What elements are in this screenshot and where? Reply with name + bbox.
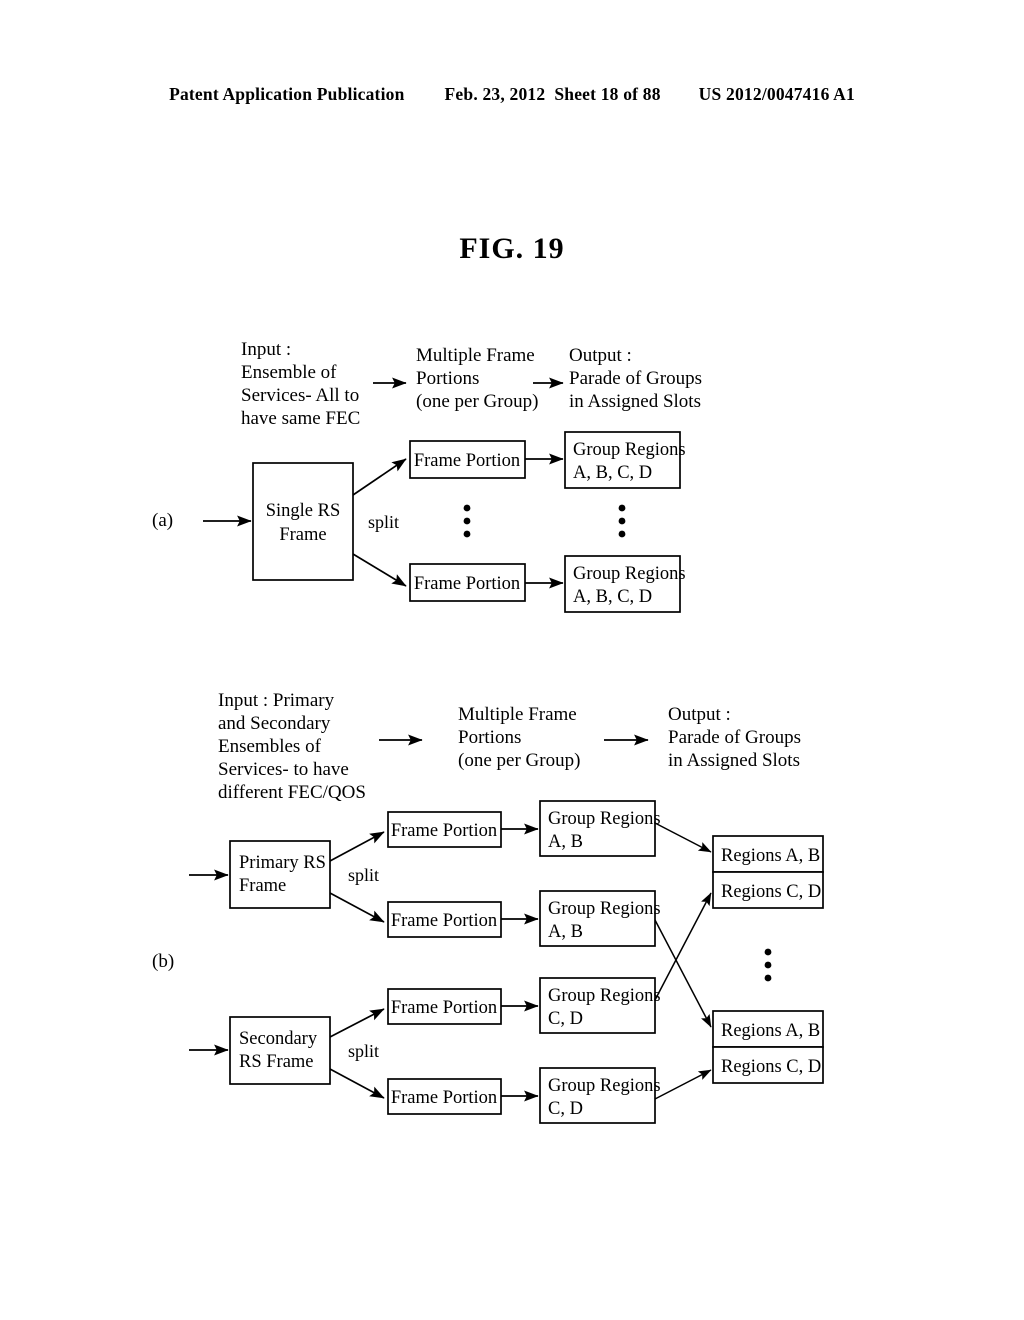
annotation-line: Ensembles of	[218, 736, 322, 757]
diagram-b-connector-gr1-to-out1	[654, 822, 712, 853]
box-line: Frame Portion	[391, 821, 497, 841]
annotation-line: have same FEC	[241, 408, 360, 429]
box-line: Frame Portion	[391, 911, 497, 931]
diagram-b-middle-annotation: Multiple Frame Portions (one per Group)	[458, 704, 580, 771]
box-line: Regions C, D	[721, 1057, 821, 1077]
box-line: Frame Portion	[414, 451, 520, 471]
group-regions-box: Group Regions A, B	[539, 800, 661, 857]
box-line: Group Regions	[573, 564, 686, 584]
annotation-line: Output :	[569, 345, 632, 366]
frame-portion-box: Frame Portion	[387, 811, 502, 848]
diagram-b-connector-gr4-to-out2	[654, 1069, 712, 1100]
diagram-b-secondary-split-branch-bottom	[329, 1068, 385, 1099]
diagram-a-middle-annotation: Multiple Frame Portions (one per Group)	[416, 345, 538, 412]
annotation-line: and Secondary	[218, 713, 331, 734]
single-rs-frame-box: Single RS Frame	[252, 462, 354, 581]
diagram-b-secondary-split-branch-top	[329, 1008, 385, 1038]
box-line: C, D	[548, 1099, 583, 1119]
box-line: Secondary	[239, 1029, 318, 1049]
annotation-line: Services- to have	[218, 759, 349, 780]
group-regions-box: Group Regions A, B, C, D	[564, 431, 686, 489]
diagram-a: (a) Input : Ensemble of Services- All to…	[152, 339, 702, 613]
box-line: Frame Portion	[391, 1088, 497, 1108]
box-line: Group Regions	[548, 809, 661, 829]
box-line: RS Frame	[239, 1052, 314, 1072]
vertical-ellipsis-icon	[463, 504, 471, 538]
vertical-ellipsis-icon	[618, 504, 626, 538]
annotation-line: Input : Primary	[218, 690, 335, 711]
frame-portion-box: Frame Portion	[409, 440, 526, 479]
box-line: Group Regions	[548, 986, 661, 1006]
diagram-a-split-branch-top	[352, 458, 407, 496]
secondary-rs-frame-box: Secondary RS Frame	[229, 1016, 331, 1085]
box-line: Frame Portion	[391, 998, 497, 1018]
group-regions-box: Group Regions A, B	[539, 890, 661, 947]
box-line: Primary RS	[239, 853, 326, 873]
frame-portion-box: Frame Portion	[409, 563, 526, 602]
diagram-b-input-annotation: Input : Primary and Secondary Ensembles …	[218, 690, 366, 803]
frame-portion-box: Frame Portion	[387, 901, 502, 938]
annotation-line: Output :	[668, 704, 731, 725]
annotation-line: Input :	[241, 339, 291, 360]
box-line: Frame	[279, 525, 326, 545]
group-regions-box: Group Regions C, D	[539, 977, 661, 1034]
box-line: A, B	[548, 922, 583, 942]
figure-diagram: (a) Input : Ensemble of Services- All to…	[0, 0, 1024, 1320]
box-line: A, B	[548, 832, 583, 852]
annotation-line: Multiple Frame	[416, 345, 535, 366]
box-line: Group Regions	[573, 440, 686, 460]
primary-rs-frame-box: Primary RS Frame	[229, 840, 331, 909]
frame-portion-box: Frame Portion	[387, 1078, 502, 1115]
annotation-line: in Assigned Slots	[569, 391, 701, 412]
diagram-b-secondary-split-label: split	[348, 1041, 379, 1061]
group-regions-box: Group Regions A, B, C, D	[564, 555, 686, 613]
annotation-line: (one per Group)	[458, 750, 580, 771]
annotation-line: Portions	[416, 368, 479, 389]
annotation-line: Ensemble of	[241, 362, 337, 383]
annotation-line: Services- All to	[241, 385, 359, 406]
annotation-line: (one per Group)	[416, 391, 538, 412]
diagram-a-label: (a)	[152, 510, 173, 531]
diagram-a-input-annotation: Input : Ensemble of Services- All to hav…	[241, 339, 360, 429]
annotation-line: Multiple Frame	[458, 704, 577, 725]
diagram-b: (b) Input : Primary and Secondary Ensemb…	[152, 690, 824, 1124]
diagram-b-connector-gr3-to-out1	[654, 892, 712, 1001]
box-line: Regions C, D	[721, 882, 821, 902]
group-regions-box: Group Regions C, D	[539, 1067, 661, 1124]
diagram-b-connector-gr2-to-out2	[654, 919, 712, 1028]
vertical-ellipsis-icon	[764, 948, 772, 982]
diagram-b-primary-split-label: split	[348, 865, 379, 885]
box-line: Single RS	[266, 501, 341, 521]
diagram-b-primary-split-branch-top	[329, 831, 385, 862]
annotation-line: Portions	[458, 727, 521, 748]
diagram-a-split-branch-bottom	[352, 553, 407, 587]
annotation-line: Parade of Groups	[668, 727, 801, 748]
box-line: A, B, C, D	[573, 587, 652, 607]
box-line: Regions A, B	[721, 846, 820, 866]
box-line: C, D	[548, 1009, 583, 1029]
annotation-line: Parade of Groups	[569, 368, 702, 389]
annotation-line: in Assigned Slots	[668, 750, 800, 771]
box-line: Frame	[239, 876, 286, 896]
diagram-b-primary-split-branch-bottom	[329, 892, 385, 923]
box-line: Group Regions	[548, 899, 661, 919]
frame-portion-box: Frame Portion	[387, 988, 502, 1025]
output-regions-box: Regions A, B Regions C, D	[712, 1010, 824, 1084]
box-line: A, B, C, D	[573, 463, 652, 483]
diagram-b-label: (b)	[152, 951, 174, 972]
annotation-line: different FEC/QOS	[218, 782, 366, 803]
diagram-a-split-label: split	[368, 512, 399, 532]
diagram-a-output-annotation: Output : Parade of Groups in Assigned Sl…	[569, 345, 702, 412]
box-line: Regions A, B	[721, 1021, 820, 1041]
box-line: Frame Portion	[414, 574, 520, 594]
output-regions-box: Regions A, B Regions C, D	[712, 835, 824, 909]
diagram-b-output-annotation: Output : Parade of Groups in Assigned Sl…	[668, 704, 801, 771]
box-line: Group Regions	[548, 1076, 661, 1096]
